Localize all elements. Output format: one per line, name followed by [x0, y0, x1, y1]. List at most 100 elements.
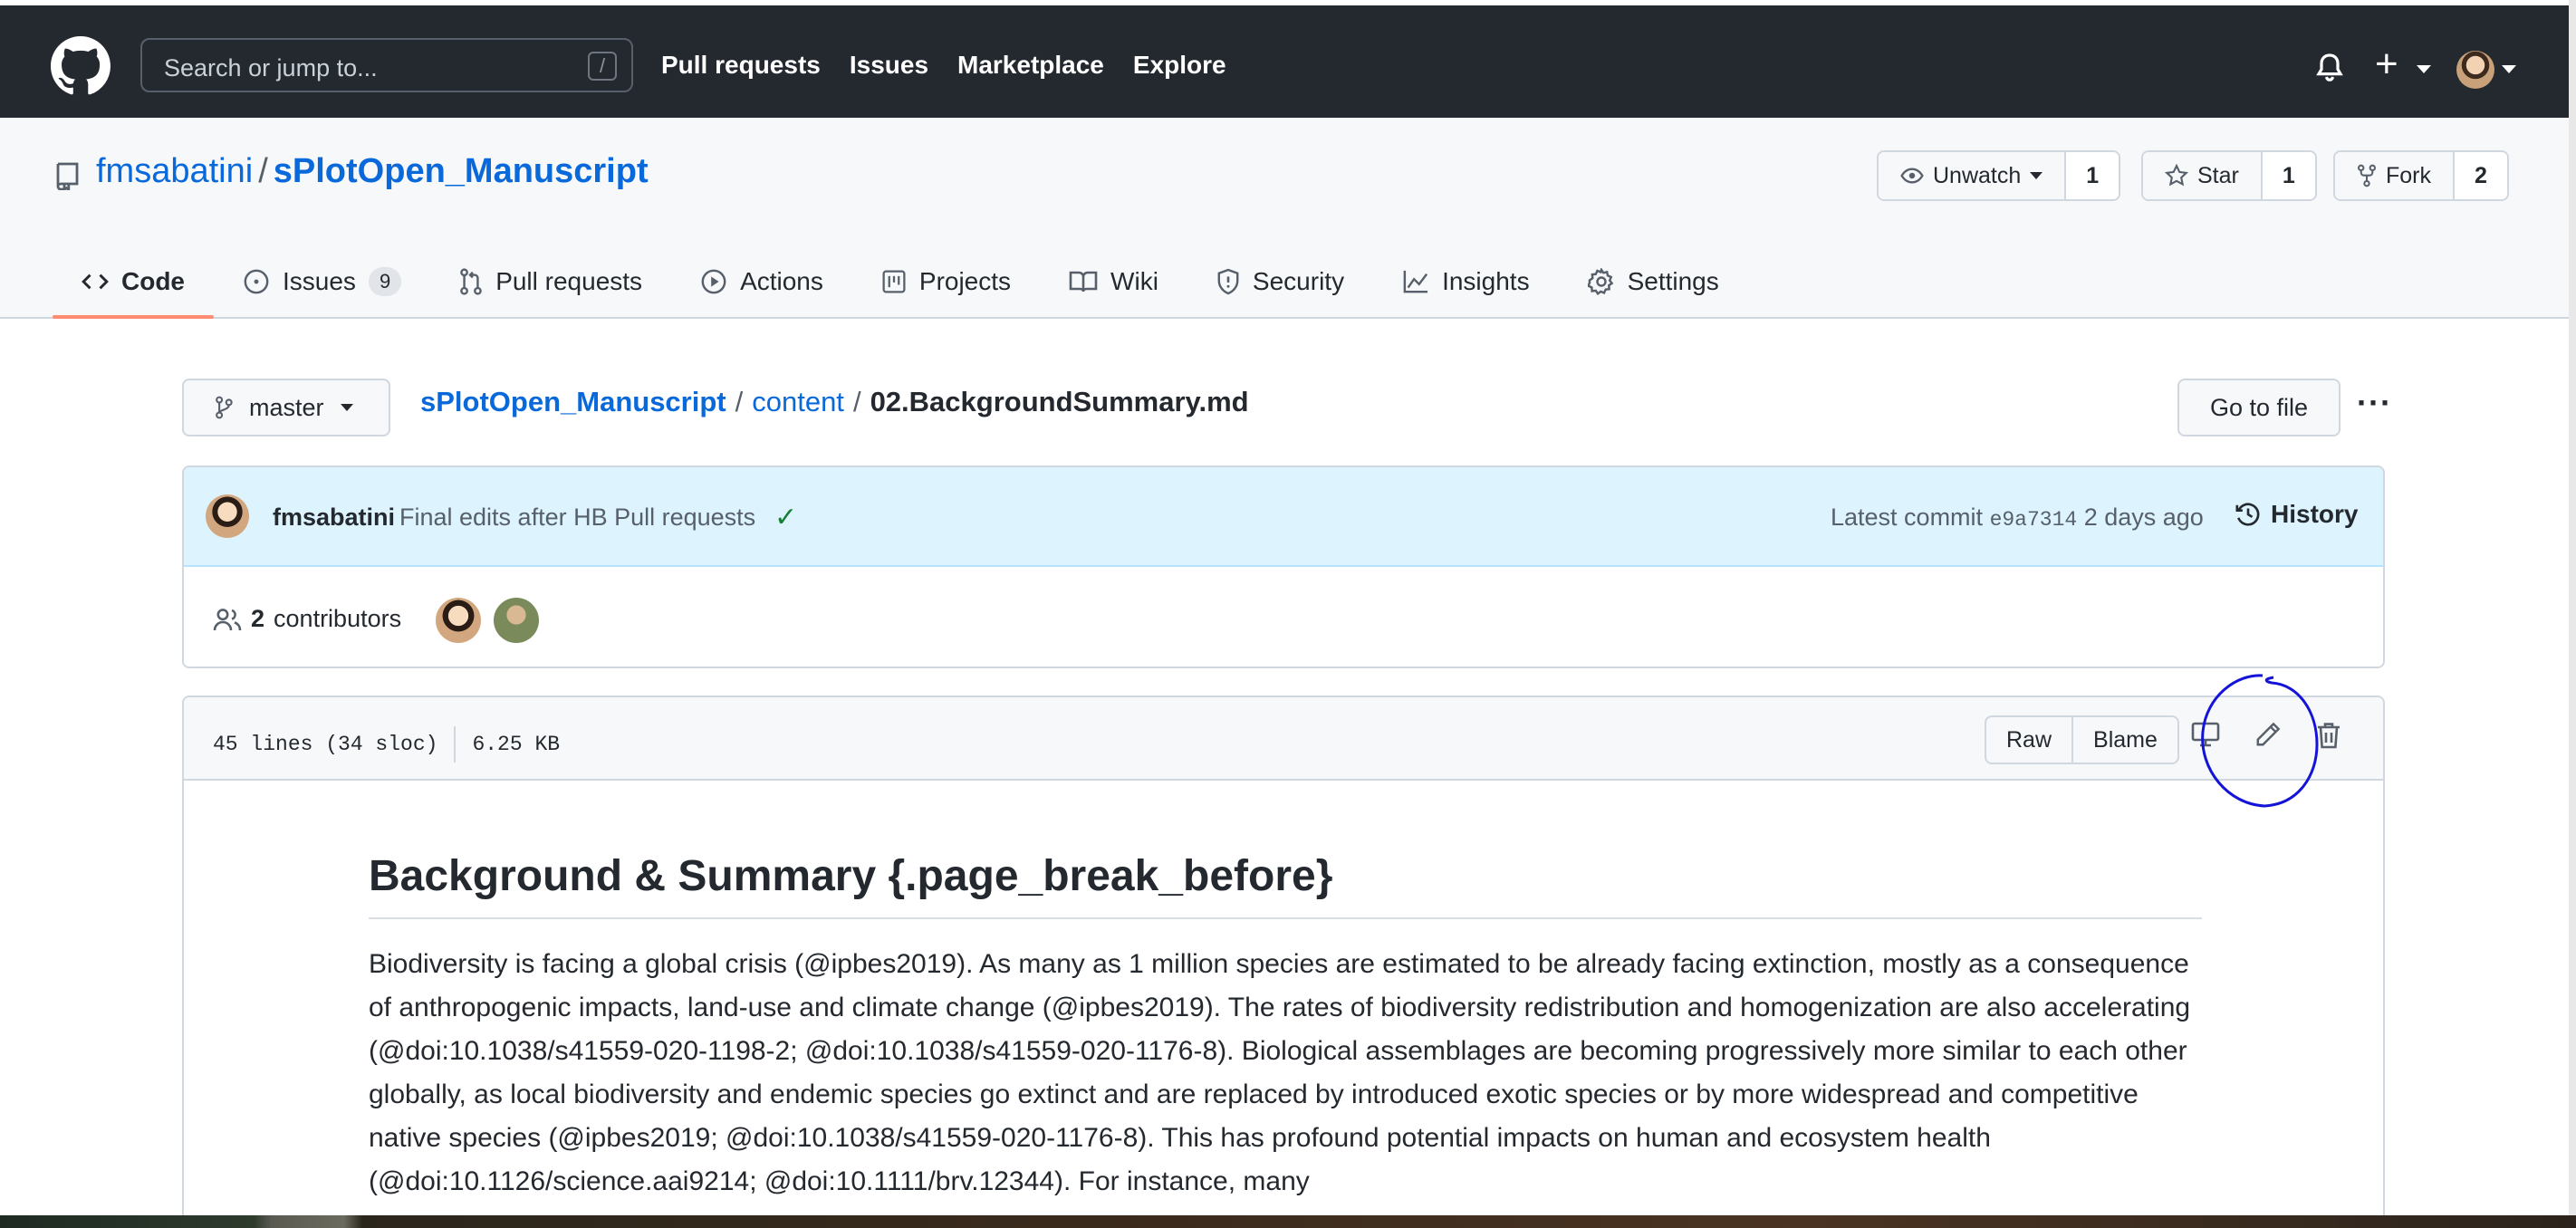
- tab-code[interactable]: Code: [53, 245, 214, 319]
- gear-icon: [1587, 268, 1613, 295]
- tab-code-label: Code: [121, 267, 185, 295]
- repo-title-separator: /: [258, 152, 268, 190]
- issue-icon: [244, 269, 269, 294]
- watch-label: Unwatch: [1933, 162, 2022, 188]
- markdown-body: Background & Summary {.page_break_before…: [369, 781, 2202, 1204]
- commit-author-link[interactable]: fmsabatini: [273, 504, 395, 532]
- check-icon[interactable]: ✓: [774, 502, 797, 533]
- search-input[interactable]: Search or jump to... /: [140, 38, 633, 92]
- file-line-count: 45 lines (34 sloc): [213, 733, 438, 756]
- commit-sha-link[interactable]: e9a7314: [1990, 508, 2078, 532]
- breadcrumb-repo-link[interactable]: sPlotOpen_Manuscript: [420, 386, 726, 417]
- breadcrumb-separator: /: [852, 386, 861, 417]
- taskbar-strip: [0, 1215, 2576, 1228]
- tab-insights[interactable]: Insights: [1373, 245, 1559, 319]
- raw-button[interactable]: Raw: [1986, 717, 2071, 763]
- blame-button[interactable]: Blame: [2071, 717, 2177, 763]
- history-icon: [2235, 503, 2260, 526]
- file-info-divider: [454, 726, 457, 763]
- branch-caret-icon: [340, 404, 353, 411]
- user-avatar[interactable]: [2456, 51, 2494, 89]
- contributors-label: contributors: [274, 605, 402, 632]
- nav-marketplace[interactable]: Marketplace: [957, 51, 1104, 80]
- annotation-circle: [2201, 674, 2319, 808]
- issues-count-badge: 9: [368, 267, 402, 296]
- github-logo-icon[interactable]: [51, 36, 111, 96]
- graph-icon: [1403, 270, 1428, 293]
- tab-security-label: Security: [1252, 267, 1345, 295]
- book-icon: [1069, 271, 1098, 293]
- repo-name-link[interactable]: sPlotOpen_Manuscript: [274, 152, 649, 190]
- watch-count[interactable]: 1: [2066, 152, 2119, 199]
- contributor-avatar[interactable]: [494, 598, 539, 643]
- commit-time: 2 days ago: [2083, 504, 2204, 531]
- fork-count[interactable]: 2: [2455, 152, 2507, 199]
- branch-icon: [216, 396, 233, 419]
- search-shortcut-key: /: [588, 52, 617, 81]
- tab-wiki-label: Wiki: [1110, 267, 1158, 295]
- watch-button-group: Unwatch 1: [1877, 150, 2121, 201]
- repo-owner-link[interactable]: fmsabatini: [96, 152, 253, 190]
- latest-commit-label: Latest commit: [1831, 504, 1984, 531]
- commit-message-link[interactable]: Final edits after HB Pull requests: [399, 504, 755, 532]
- star-count[interactable]: 1: [2262, 152, 2315, 199]
- tab-security[interactable]: Security: [1187, 245, 1373, 319]
- tab-wiki[interactable]: Wiki: [1040, 245, 1187, 319]
- star-label: Star: [2197, 162, 2239, 188]
- contributor-avatar[interactable]: [436, 598, 481, 643]
- repo-title: fmsabatini / sPlotOpen_Manuscript: [96, 152, 649, 191]
- create-new-button[interactable]: +: [2375, 42, 2398, 87]
- markdown-paragraph: Biodiversity is facing a global crisis (…: [369, 949, 2191, 1196]
- history-label: History: [2271, 500, 2359, 528]
- file-size: 6.25 KB: [472, 733, 561, 756]
- create-caret-icon: [2417, 65, 2431, 73]
- latest-commit-info: Latest commit e9a7314 2 days ago: [1831, 504, 2204, 532]
- tab-projects-label: Projects: [918, 267, 1012, 295]
- window-edge: [2569, 0, 2576, 1228]
- contributors-row: 2 contributors: [184, 567, 2383, 667]
- tab-projects[interactable]: Projects: [852, 245, 1040, 319]
- tab-actions[interactable]: Actions: [671, 245, 852, 319]
- commit-author-avatar[interactable]: [206, 494, 249, 538]
- tab-settings[interactable]: Settings: [1559, 245, 1748, 319]
- commit-row: fmsabatini Final edits after HB Pull req…: [184, 467, 2383, 567]
- pull-request-icon: [460, 268, 482, 295]
- contributors-link[interactable]: 2 contributors: [213, 605, 401, 633]
- markdown-heading: Background & Summary {.page_break_before…: [369, 781, 2202, 919]
- breadcrumb: sPlotOpen_Manuscript / content / 02.Backgrou…: [420, 386, 1249, 418]
- star-icon: [2165, 164, 2188, 187]
- go-to-file-button[interactable]: Go to file: [2177, 379, 2341, 437]
- fork-label: Fork: [2386, 162, 2431, 188]
- tab-pull-requests-label: Pull requests: [495, 267, 643, 295]
- watch-button[interactable]: Unwatch: [1879, 152, 2067, 199]
- user-menu-caret-icon[interactable]: [2502, 65, 2516, 73]
- tab-pull-requests[interactable]: Pull requests: [430, 245, 671, 319]
- latest-commit-box: fmsabatini Final edits after HB Pull req…: [182, 465, 2385, 668]
- raw-blame-group: Raw Blame: [1985, 715, 2179, 764]
- breadcrumb-separator: /: [735, 386, 744, 417]
- nav-pull-requests[interactable]: Pull requests: [661, 51, 821, 80]
- repo-icon: [56, 162, 79, 190]
- file-info: 45 lines (34 sloc) 6.25 KB: [213, 726, 560, 763]
- nav-issues[interactable]: Issues: [850, 51, 928, 80]
- more-options-icon[interactable]: ···: [2357, 384, 2392, 422]
- history-button[interactable]: History: [2235, 500, 2358, 529]
- branch-name: master: [249, 393, 324, 421]
- branch-select-button[interactable]: master: [182, 379, 390, 437]
- fork-button-group: Fork 2: [2333, 150, 2509, 201]
- tab-insights-label: Insights: [1442, 267, 1530, 295]
- people-icon: [213, 608, 242, 630]
- eye-icon: [1900, 168, 1924, 184]
- global-header: Search or jump to... / Pull requests Iss…: [0, 0, 2576, 118]
- fork-button[interactable]: Fork: [2335, 152, 2455, 199]
- bell-icon[interactable]: [2315, 53, 2344, 83]
- breadcrumb-folder-link[interactable]: content: [752, 386, 844, 417]
- tab-actions-label: Actions: [740, 267, 823, 295]
- nav-explore[interactable]: Explore: [1133, 51, 1226, 80]
- tab-issues[interactable]: Issues 9: [214, 245, 430, 319]
- star-button[interactable]: Star: [2143, 152, 2263, 199]
- repo-tabs: Code Issues 9 Pull requests Actions Proj…: [53, 245, 1748, 319]
- search-placeholder: Search or jump to...: [164, 54, 378, 82]
- contributors-count: 2: [251, 605, 265, 632]
- file-header: 45 lines (34 sloc) 6.25 KB Raw Blame: [184, 697, 2383, 781]
